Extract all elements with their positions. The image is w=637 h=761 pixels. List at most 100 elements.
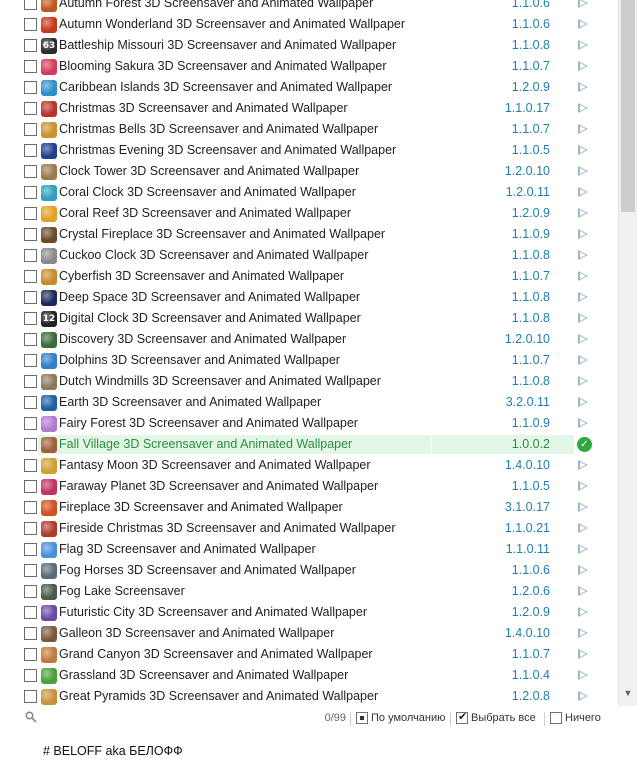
list-item[interactable]: Grassland 3D Screensaver and Animated Wa… bbox=[0, 665, 618, 686]
play-icon[interactable] bbox=[578, 208, 588, 218]
list-item[interactable]: Great Pyramids 3D Screensaver and Animat… bbox=[0, 686, 618, 706]
play-icon[interactable] bbox=[578, 523, 588, 533]
play-icon[interactable] bbox=[578, 565, 588, 575]
item-checkbox[interactable] bbox=[24, 501, 37, 514]
list-item[interactable]: 63 Battleship Missouri 3D Screensaver and… bbox=[0, 35, 618, 56]
default-checkbox[interactable] bbox=[356, 712, 368, 724]
list-item[interactable]: Discovery 3D Screensaver and Animated Wa… bbox=[0, 329, 618, 350]
play-icon[interactable] bbox=[578, 376, 588, 386]
item-version-link[interactable]: 1.2.0.9 bbox=[470, 206, 550, 220]
list-item[interactable]: Fairy Forest 3D Screensaver and Animated… bbox=[0, 413, 618, 434]
list-item[interactable]: Fireside Christmas 3D Screensaver and An… bbox=[0, 518, 618, 539]
item-checkbox[interactable] bbox=[24, 144, 37, 157]
item-version-link[interactable]: 1.1.0.4 bbox=[470, 668, 550, 682]
item-version-link[interactable]: 1.2.0.9 bbox=[470, 80, 550, 94]
play-icon[interactable] bbox=[578, 292, 588, 302]
item-checkbox[interactable] bbox=[24, 522, 37, 535]
list-item[interactable]: Dolphins 3D Screensaver and Animated Wal… bbox=[0, 350, 618, 371]
play-icon[interactable] bbox=[578, 187, 588, 197]
play-icon[interactable] bbox=[578, 103, 588, 113]
play-icon[interactable] bbox=[578, 586, 588, 596]
item-checkbox[interactable] bbox=[24, 81, 37, 94]
play-icon[interactable] bbox=[578, 460, 588, 470]
list-item[interactable]: Coral Reef 3D Screensaver and Animated W… bbox=[0, 203, 618, 224]
list-item[interactable]: Cyberfish 3D Screensaver and Animated Wa… bbox=[0, 266, 618, 287]
play-icon[interactable] bbox=[578, 670, 588, 680]
item-version-link[interactable]: 1.1.0.7 bbox=[470, 269, 550, 283]
item-version-link[interactable]: 1.1.0.21 bbox=[470, 521, 550, 535]
item-version-link[interactable]: 1.1.0.8 bbox=[470, 290, 550, 304]
item-version-link[interactable]: 1.1.0.11 bbox=[470, 542, 550, 556]
item-version-link[interactable]: 1.2.0.8 bbox=[470, 689, 550, 703]
scroll-down-arrow-icon[interactable]: ▼ bbox=[623, 686, 633, 700]
item-checkbox[interactable] bbox=[24, 564, 37, 577]
item-checkbox[interactable] bbox=[24, 585, 37, 598]
item-version-link[interactable]: 1.4.0.10 bbox=[470, 626, 550, 640]
list-item[interactable]: Deep Space 3D Screensaver and Animated W… bbox=[0, 287, 618, 308]
play-icon[interactable] bbox=[578, 691, 588, 701]
item-checkbox[interactable] bbox=[24, 165, 37, 178]
item-checkbox[interactable] bbox=[24, 60, 37, 73]
item-version-link[interactable]: 1.1.0.8 bbox=[470, 38, 550, 52]
item-checkbox[interactable] bbox=[24, 18, 37, 31]
list-item[interactable]: Cuckoo Clock 3D Screensaver and Animated… bbox=[0, 245, 618, 266]
select-none-checkbox[interactable] bbox=[550, 712, 562, 724]
list-item[interactable]: Crystal Fireplace 3D Screensaver and Ani… bbox=[0, 224, 618, 245]
play-icon[interactable] bbox=[578, 544, 588, 554]
item-version-link[interactable]: 1.2.0.6 bbox=[470, 584, 550, 598]
item-version-link[interactable]: 1.1.0.7 bbox=[470, 122, 550, 136]
item-version-link[interactable]: 1.1.0.9 bbox=[470, 227, 550, 241]
play-icon[interactable] bbox=[578, 313, 588, 323]
play-icon[interactable] bbox=[578, 61, 588, 71]
list-item[interactable]: Dutch Windmills 3D Screensaver and Anima… bbox=[0, 371, 618, 392]
list-item[interactable]: Flag 3D Screensaver and Animated Wallpap… bbox=[0, 539, 618, 560]
item-checkbox[interactable] bbox=[24, 312, 37, 325]
item-version-link[interactable]: 1.1.0.7 bbox=[470, 647, 550, 661]
list-item[interactable]: Fantasy Moon 3D Screensaver and Animated… bbox=[0, 455, 618, 476]
item-checkbox[interactable] bbox=[24, 459, 37, 472]
item-checkbox[interactable] bbox=[24, 690, 37, 703]
list-item[interactable]: Fog Lake Screensaver 1.2.0.6 bbox=[0, 581, 618, 602]
item-checkbox[interactable] bbox=[24, 39, 37, 52]
item-checkbox[interactable] bbox=[24, 438, 37, 451]
list-item[interactable]: Fall Village 3D Screensaver and Animated… bbox=[0, 434, 618, 455]
vertical-scrollbar[interactable]: ▼ bbox=[618, 0, 637, 706]
play-icon[interactable] bbox=[578, 40, 588, 50]
play-icon[interactable] bbox=[578, 229, 588, 239]
list-item[interactable]: Coral Clock 3D Screensaver and Animated … bbox=[0, 182, 618, 203]
play-icon[interactable] bbox=[578, 397, 588, 407]
item-checkbox[interactable] bbox=[24, 543, 37, 556]
item-checkbox[interactable] bbox=[24, 207, 37, 220]
list-item[interactable]: Galleon 3D Screensaver and Animated Wall… bbox=[0, 623, 618, 644]
play-icon[interactable] bbox=[578, 166, 588, 176]
list-item[interactable]: Autumn Forest 3D Screensaver and Animate… bbox=[0, 0, 618, 14]
item-checkbox[interactable] bbox=[24, 417, 37, 430]
item-version-link[interactable]: 1.2.0.9 bbox=[470, 605, 550, 619]
item-version-link[interactable]: 1.1.0.7 bbox=[470, 353, 550, 367]
item-version-link[interactable]: 1.2.0.10 bbox=[470, 332, 550, 346]
item-version-link[interactable]: 1.1.0.5 bbox=[470, 479, 550, 493]
play-icon[interactable] bbox=[578, 355, 588, 365]
item-checkbox[interactable] bbox=[24, 480, 37, 493]
list-item[interactable]: Blooming Sakura 3D Screensaver and Anima… bbox=[0, 56, 618, 77]
item-version-link[interactable]: 1.1.0.9 bbox=[470, 416, 550, 430]
item-version-link[interactable]: 1.1.0.8 bbox=[470, 248, 550, 262]
item-checkbox[interactable] bbox=[24, 606, 37, 619]
item-checkbox[interactable] bbox=[24, 354, 37, 367]
item-checkbox[interactable] bbox=[24, 270, 37, 283]
item-version-link[interactable]: 3.2.0.11 bbox=[470, 395, 550, 409]
list-item[interactable]: Fireplace 3D Screensaver and Animated Wa… bbox=[0, 497, 618, 518]
item-version-link[interactable]: 1.1.0.6 bbox=[470, 17, 550, 31]
item-checkbox[interactable] bbox=[24, 102, 37, 115]
list-item[interactable]: Christmas Bells 3D Screensaver and Anima… bbox=[0, 119, 618, 140]
item-checkbox[interactable] bbox=[24, 291, 37, 304]
play-icon[interactable] bbox=[578, 502, 588, 512]
play-icon[interactable] bbox=[578, 628, 588, 638]
item-checkbox[interactable] bbox=[24, 669, 37, 682]
play-icon[interactable] bbox=[578, 271, 588, 281]
list-item[interactable]: Christmas 3D Screensaver and Animated Wa… bbox=[0, 98, 618, 119]
item-checkbox[interactable] bbox=[24, 123, 37, 136]
item-version-link[interactable]: 1.0.0.2 bbox=[470, 437, 550, 451]
play-icon[interactable] bbox=[578, 0, 588, 8]
list-item[interactable]: Futuristic City 3D Screensaver and Anima… bbox=[0, 602, 618, 623]
